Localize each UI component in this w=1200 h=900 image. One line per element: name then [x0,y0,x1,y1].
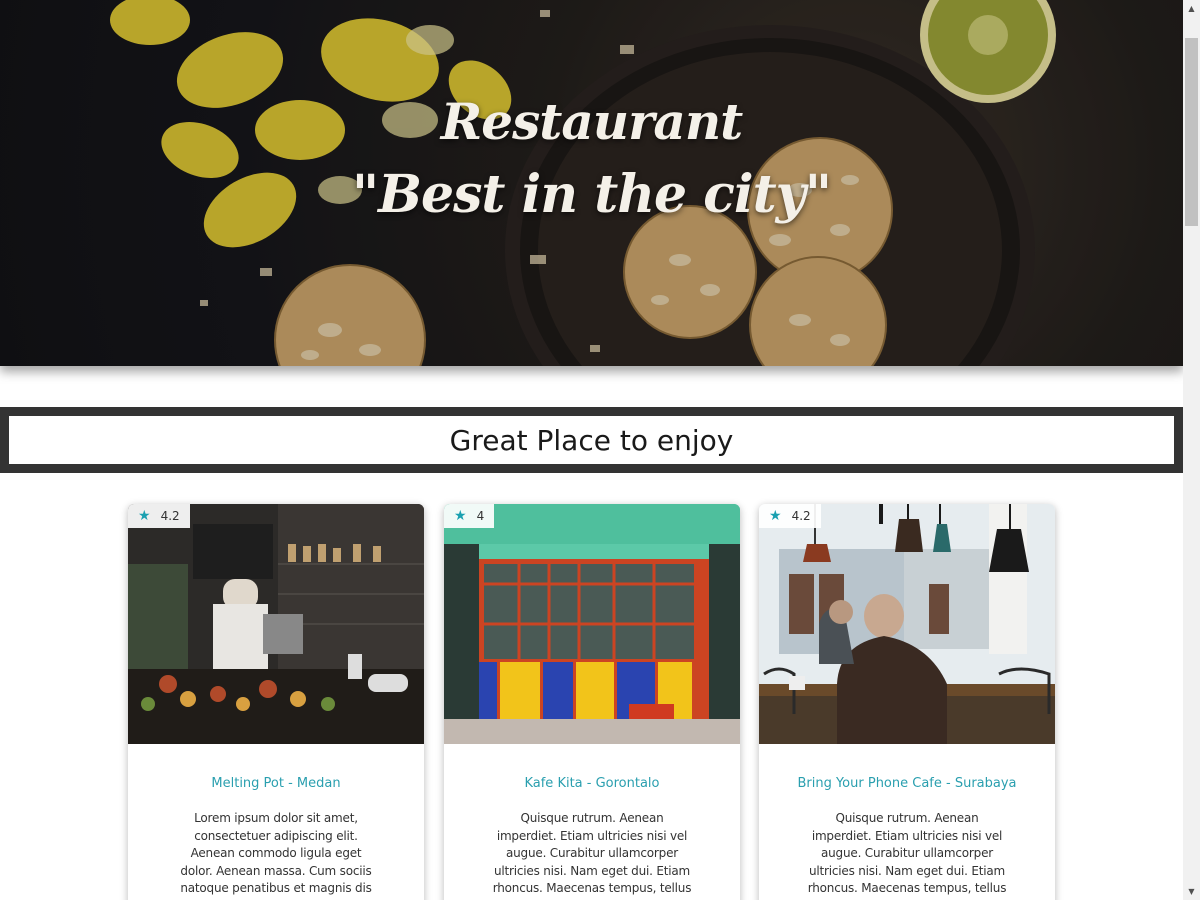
card-description: Quisque rutrum. Aenean imperdiet. Etiam … [492,811,692,900]
section-header-bar: Great Place to enjoy [0,407,1183,473]
page: Restaurant "Best in the city" Great Plac… [0,0,1183,900]
card-title-link[interactable]: Bring Your Phone Cafe - Surabaya [759,776,1055,791]
restaurant-card[interactable]: ★ 4.2 Bring Your Phone Cafe - Surabaya Q… [759,504,1055,900]
star-icon: ★ [769,508,782,524]
scroll-up-arrow-icon[interactable]: ▲ [1183,0,1200,17]
rating-badge: ★ 4 [444,504,495,528]
hero-title-line1: Restaurant [440,92,744,151]
section-heading: Great Place to enjoy [9,416,1174,464]
scroll-down-arrow-icon[interactable]: ▼ [1183,883,1200,900]
star-icon: ★ [138,508,151,524]
card-description: Quisque rutrum. Aenean imperdiet. Etiam … [807,811,1007,900]
card-title-link[interactable]: Kafe Kita - Gorontalo [444,776,740,791]
card-image-cafe-kitchen [128,504,424,744]
rating-value: 4.2 [791,509,811,523]
restaurant-card[interactable]: ★ 4.2 Melting Pot - Medan Lorem ipsum do… [128,504,424,900]
hero-title-line2: "Best in the city" [352,164,832,225]
card-description: Lorem ipsum dolor sit amet, consectetuer… [180,811,372,900]
rating-value: 4 [476,509,485,523]
hero-banner: Restaurant "Best in the city" [0,0,1183,366]
rating-badge: ★ 4.2 [128,504,190,528]
scrollbar-thumb[interactable] [1185,38,1198,226]
star-icon: ★ [454,508,467,524]
restaurant-card[interactable]: ★ 4 Kafe Kita - Gorontalo Quisque rutrum… [444,504,740,900]
card-title-link[interactable]: Melting Pot - Medan [128,776,424,791]
card-image-cafe-interior [759,504,1055,744]
card-image-storefront [444,504,740,744]
rating-badge: ★ 4.2 [759,504,821,528]
vertical-scrollbar[interactable]: ▲ ▼ [1183,0,1200,900]
rating-value: 4.2 [160,509,180,523]
